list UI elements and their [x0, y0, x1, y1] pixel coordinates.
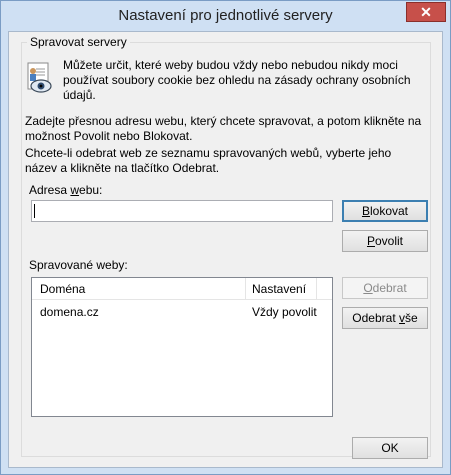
column-divider[interactable]	[245, 278, 246, 300]
column-divider[interactable]	[316, 278, 317, 300]
managed-sites-label: Spravované weby:	[29, 258, 128, 272]
close-icon: ✕	[420, 4, 432, 20]
managed-sites-list[interactable]: Doména Nastavení domena.cz Vždy povolit	[31, 277, 333, 417]
remove-button-label: debrat	[372, 281, 407, 295]
window-title: Nastavení pro jednotlivé servery	[118, 7, 333, 24]
block-button[interactable]: Blokovat	[342, 200, 428, 222]
dialog-client-area: Spravovat servery Můžete určit, které we…	[8, 31, 443, 468]
remove-all-button[interactable]: Odebrat vše	[342, 307, 428, 329]
remove-button-accel: O	[363, 281, 373, 295]
ok-button[interactable]: OK	[352, 437, 428, 459]
list-header: Doména Nastavení	[32, 278, 332, 300]
close-button[interactable]: ✕	[406, 2, 446, 22]
allow-button-accel: P	[366, 234, 375, 248]
allow-button[interactable]: Povolit	[342, 230, 428, 252]
dialog-window: Nastavení pro jednotlivé servery ✕ Sprav…	[0, 0, 451, 475]
list-item-setting: Vždy povolit	[252, 305, 317, 319]
info-text: Můžete určit, které weby budou vždy nebo…	[63, 58, 411, 102]
list-item-domain: domena.cz	[40, 305, 99, 319]
address-label: Adresa webu:	[29, 183, 102, 197]
remove-all-button-pre: Odebrat	[352, 311, 399, 325]
allow-button-label: ovolit	[375, 234, 404, 248]
instructions-add: Zadejte přesnou adresu webu, který chcet…	[25, 114, 422, 143]
remove-button[interactable]: Odebrat	[342, 277, 428, 299]
block-button-label: lokovat	[369, 204, 409, 218]
list-item[interactable]: domena.cz Vždy povolit	[32, 303, 332, 321]
remove-all-button-label: še	[405, 311, 418, 325]
text-caret	[34, 204, 35, 218]
column-header-domain[interactable]: Doména	[40, 282, 85, 296]
address-input[interactable]	[31, 200, 333, 222]
instructions-remove: Chcete-li odebrat web ze seznamu spravov…	[25, 146, 392, 175]
block-button-accel: B	[361, 204, 370, 218]
address-label-pre: Adresa	[29, 183, 71, 197]
privacy-eye-document-icon	[27, 62, 52, 93]
address-label-post: ebu:	[79, 183, 103, 197]
group-label: Spravovat servery	[27, 35, 130, 49]
title-bar: Nastavení pro jednotlivé servery ✕	[1, 1, 450, 31]
address-label-accel: w	[70, 183, 80, 197]
column-header-setting[interactable]: Nastavení	[252, 282, 306, 296]
